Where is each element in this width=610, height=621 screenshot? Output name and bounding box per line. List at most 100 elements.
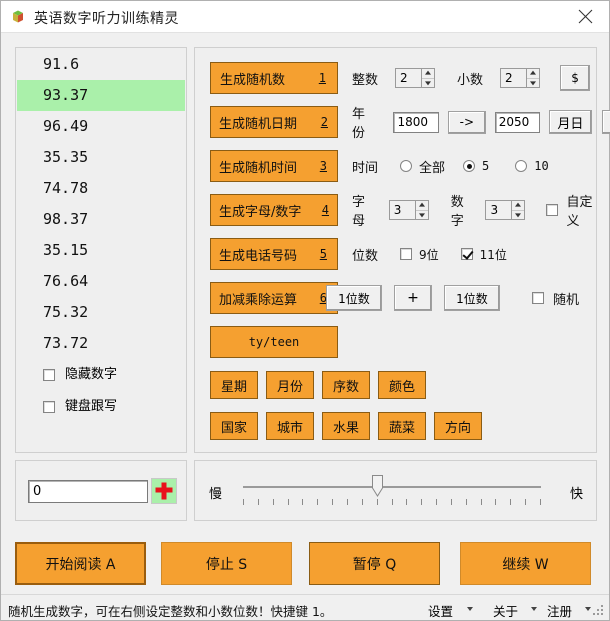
category-month-label: 月份 <box>276 379 303 395</box>
category-city-button[interactable]: 城市 <box>266 412 314 440</box>
generate-letters-digits-label: 生成字母/数字 <box>219 204 302 220</box>
category-color-button[interactable]: 颜色 <box>378 371 426 399</box>
numbers-list[interactable]: 91.6 93.37 96.49 35.35 74.78 98.37 35.15… <box>17 49 185 451</box>
register-chevron-down-icon[interactable] <box>585 607 591 611</box>
category-vegetable-button[interactable]: 蔬菜 <box>378 412 426 440</box>
phone-11-digit-label: 11位 <box>479 247 507 262</box>
generate-random-number-label: 生成随机数 <box>220 72 286 88</box>
phone-11-digit-checkbox[interactable] <box>460 248 473 260</box>
speed-slider-track[interactable] <box>243 486 541 488</box>
time-option-5-label: 5 <box>482 159 490 173</box>
generate-random-date-button[interactable]: 生成随机日期 2 <box>210 106 338 138</box>
generate-letters-digits-hotkey: 4 <box>321 203 329 217</box>
ty-teen-label: ty/teen <box>248 335 300 349</box>
list-item[interactable]: 74.78 <box>17 173 185 204</box>
arithmetic-button[interactable]: 加减乘除运算 6 <box>210 282 338 314</box>
letter-up-icon <box>415 201 428 211</box>
list-item[interactable]: 73.72 <box>17 328 185 359</box>
digit-count-stepper[interactable]: 3 <box>485 200 526 220</box>
register-menu[interactable]: 注册 <box>547 601 572 620</box>
decimal-digits-value: 2 <box>500 68 527 88</box>
phone-9-digit-label: 9位 <box>419 247 439 262</box>
time-option-5-radio[interactable] <box>463 160 476 172</box>
keyboard-follow-checkbox[interactable] <box>43 401 55 413</box>
category-week-button[interactable]: 星期 <box>210 371 258 399</box>
generate-random-number-button[interactable]: 生成随机数 1 <box>210 62 338 94</box>
category-direction-button[interactable]: 方向 <box>434 412 482 440</box>
start-reading-button[interactable]: 开始阅读 A <box>15 542 146 585</box>
list-item[interactable]: 75.32 <box>17 297 185 328</box>
month-day-button[interactable]: 月日 <box>549 110 592 134</box>
keyboard-follow-checkbox-row[interactable]: 键盘跟写 <box>17 391 185 423</box>
answer-input[interactable]: 0 <box>28 480 148 503</box>
digit-down-icon <box>512 211 524 220</box>
ty-teen-button[interactable]: ty/teen <box>210 326 338 358</box>
generate-random-time-label: 生成随机时间 <box>219 160 298 176</box>
letter-count-value: 3 <box>388 200 415 220</box>
generate-random-time-button[interactable]: 生成随机时间 3 <box>210 150 338 182</box>
list-item[interactable]: 35.35 <box>17 142 185 173</box>
time-option-all-radio[interactable] <box>400 160 413 172</box>
right-operand-button[interactable]: 1位数 <box>444 285 500 311</box>
year-to-input[interactable]: 2050 <box>494 111 541 133</box>
speed-slider-thumb[interactable] <box>372 475 384 497</box>
category-week-label: 星期 <box>220 379 247 395</box>
digit-count-value: 3 <box>485 200 512 220</box>
list-item[interactable]: 98.37 <box>17 204 185 235</box>
category-country-button[interactable]: 国家 <box>210 412 258 440</box>
close-button[interactable] <box>563 1 609 32</box>
arithmetic-random-checkbox[interactable] <box>532 292 544 304</box>
list-item[interactable]: 91.6 <box>17 49 185 80</box>
letter-count-label: 字母 <box>352 195 366 229</box>
time-option-all-label: 全部 <box>419 160 446 176</box>
time-option-10-radio[interactable] <box>515 160 528 172</box>
phone-9-digit-checkbox[interactable] <box>400 248 413 260</box>
category-month-button[interactable]: 月份 <box>266 371 314 399</box>
pause-button[interactable]: 暂停 Q <box>309 542 440 585</box>
range-arrow-button[interactable]: -> <box>447 110 486 134</box>
dollar-button[interactable]: $ <box>560 65 591 91</box>
category-ordinal-button[interactable]: 序数 <box>322 371 370 399</box>
about-chevron-down-icon[interactable] <box>531 607 537 611</box>
list-item[interactable]: 76.64 <box>17 266 185 297</box>
resume-button[interactable]: 继续 W <box>460 542 591 585</box>
stop-button[interactable]: 停止 S <box>161 542 292 585</box>
letter-count-stepper[interactable]: 3 <box>388 200 429 220</box>
list-item[interactable]: 35.15 <box>17 235 185 266</box>
arithmetic-random-label: 随机 <box>553 292 580 308</box>
status-bar: 随机生成数字，可在右侧设定整数和小数位数！快捷键 1。 设置 关于 注册 <box>1 594 609 620</box>
year-label: 年份 <box>352 107 366 141</box>
decimal-digits-stepper[interactable]: 2 <box>500 68 541 88</box>
list-item[interactable]: 96.49 <box>17 111 185 142</box>
left-operand-button[interactable]: 1位数 <box>326 285 382 311</box>
integer-digits-stepper[interactable]: 2 <box>395 68 436 88</box>
generate-phone-number-hotkey: 5 <box>319 247 327 261</box>
answer-input-panel: 0 <box>15 460 187 521</box>
title-bar: 英语数字听力训练精灵 <box>1 1 609 33</box>
hide-numbers-checkbox[interactable] <box>43 369 55 381</box>
digit-up-icon <box>512 201 525 211</box>
close-icon <box>578 9 593 24</box>
hide-numbers-checkbox-row[interactable]: 隐藏数字 <box>17 359 185 391</box>
settings-chevron-down-icon[interactable] <box>467 607 473 611</box>
list-item[interactable]: 93.37 <box>17 80 185 111</box>
category-fruit-button[interactable]: 水果 <box>322 412 370 440</box>
speed-panel: 慢 快 <box>194 460 597 521</box>
generate-letters-digits-button[interactable]: 生成字母/数字 4 <box>210 194 338 226</box>
year-button[interactable]: 年 <box>601 110 610 134</box>
page-title: 英语数字听力训练精灵 <box>34 11 179 27</box>
keyboard-follow-label: 键盘跟写 <box>65 399 118 414</box>
resume-label: 继续 W <box>502 556 549 573</box>
category-fruit-label: 水果 <box>332 420 359 436</box>
settings-menu[interactable]: 设置 <box>428 601 453 620</box>
year-from-input[interactable]: 1800 <box>393 111 439 133</box>
phone-digits-label: 位数 <box>352 248 379 264</box>
resize-grip[interactable] <box>593 605 603 615</box>
about-menu[interactable]: 关于 <box>493 601 518 620</box>
generate-phone-number-button[interactable]: 生成电话号码 5 <box>210 238 338 270</box>
generate-random-time-hotkey: 3 <box>319 159 327 173</box>
operator-button[interactable]: + <box>394 285 432 311</box>
add-button[interactable] <box>151 478 177 504</box>
custom-checkbox[interactable] <box>546 204 559 216</box>
stop-label: 停止 S <box>205 556 248 573</box>
